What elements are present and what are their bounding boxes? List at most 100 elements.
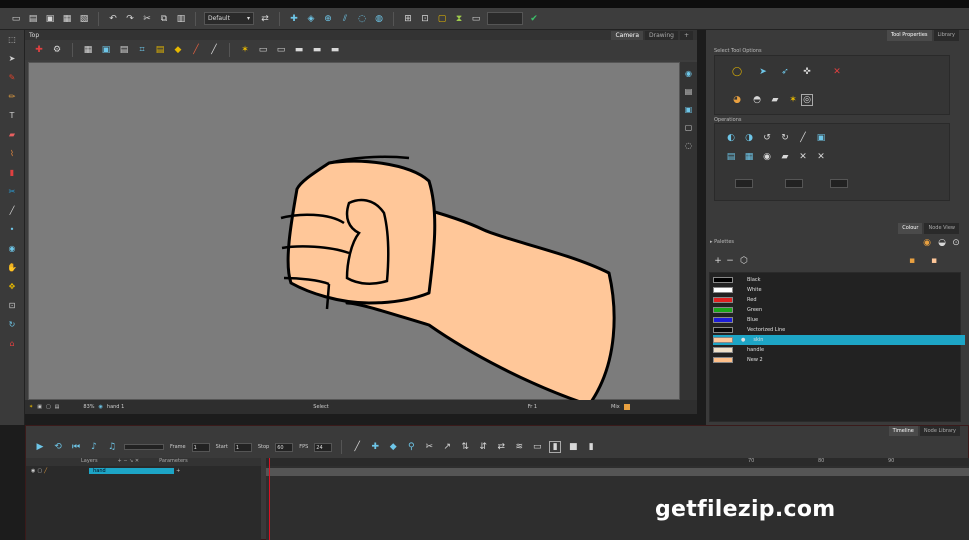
lock-icon[interactable]: ▮ — [585, 441, 597, 453]
add-group-icon[interactable]: ⊕ — [322, 13, 334, 25]
reset-view-icon[interactable]: ◉ — [682, 68, 696, 78]
fit-view-icon[interactable]: ▤ — [682, 86, 696, 96]
playback-speed-slider[interactable] — [124, 444, 164, 450]
save-icon[interactable]: ▣ — [44, 13, 56, 25]
grid-icon[interactable]: ⊞ — [402, 13, 414, 25]
dropper-tool-icon[interactable]: ╱ — [5, 205, 19, 215]
tab-drawing[interactable]: Drawing — [645, 30, 678, 40]
camera-view-icon[interactable]: ▣ — [682, 104, 696, 114]
tab-node-library[interactable]: Node Library — [919, 426, 960, 436]
motion-icon[interactable]: ≋ — [513, 441, 525, 453]
top-view-icon[interactable]: ▢ — [682, 122, 696, 132]
shape-e-icon[interactable]: ▬ — [329, 44, 341, 56]
lasso-icon[interactable]: ◯ — [731, 66, 743, 78]
paint-tool-icon[interactable]: ▮ — [5, 167, 19, 177]
add-layer-icon[interactable]: ✚ — [369, 441, 381, 453]
new-file-icon[interactable]: ▭ — [10, 13, 22, 25]
light-icon[interactable]: ✶ — [29, 404, 33, 410]
palette-settings-icon[interactable]: ◒ — [936, 237, 948, 249]
layer-expand-icon[interactable]: + — [176, 468, 180, 474]
shape-b-icon[interactable]: ▭ — [275, 44, 287, 56]
workspace-save-icon[interactable]: ⇄ — [259, 13, 271, 25]
snap-icon[interactable]: ➶ — [779, 66, 791, 78]
safe-area-icon[interactable]: ⊡ — [419, 13, 431, 25]
layer-draw-icon[interactable]: ╱ — [44, 468, 47, 474]
trash-icon[interactable]: ▮ — [549, 441, 562, 453]
tab-node-view[interactable]: Node View — [924, 223, 959, 234]
settings-gear-icon[interactable]: ⚙ — [51, 44, 63, 56]
smooth-tool-icon[interactable]: • — [5, 224, 19, 234]
drawing-canvas[interactable] — [28, 62, 680, 407]
cutter-tool-icon[interactable]: ✂ — [5, 186, 19, 196]
sound-scrub-icon[interactable]: ♫ — [106, 441, 118, 453]
transform-tool-icon[interactable]: ✥ — [5, 281, 19, 291]
layer-add-icon[interactable]: + − ↘ ✕ — [118, 458, 140, 466]
colour-row[interactable]: Black — [713, 275, 965, 285]
tab-library[interactable]: Library — [933, 30, 959, 41]
line-icon[interactable]: ╱ — [208, 44, 220, 56]
remove-colour-icon[interactable]: − — [724, 255, 736, 267]
stroke-select-icon[interactable]: ◕ — [731, 94, 743, 106]
palette-lock-icon[interactable]: ◉ — [921, 237, 933, 249]
brush-tool-icon[interactable]: ✎ — [5, 72, 19, 82]
tab-timeline[interactable]: Timeline — [888, 426, 918, 436]
select-tool-icon[interactable]: ⬚ — [5, 34, 19, 44]
calendar-icon[interactable]: ▦ — [743, 151, 755, 163]
light-select-icon[interactable]: ✶ — [787, 94, 799, 106]
frames-area[interactable]: 70 80 90 — [266, 458, 969, 540]
quality-select[interactable] — [487, 12, 523, 25]
cut-icon[interactable]: ✂ — [141, 13, 153, 25]
animate-mode-icon[interactable]: ✚ — [33, 44, 45, 56]
tab-colour[interactable]: Colour — [898, 223, 923, 234]
shape-c-icon[interactable]: ▬ — [293, 44, 305, 56]
camera-mask-icon[interactable]: ▣ — [100, 44, 112, 56]
light-table-icon[interactable]: ◍ — [373, 13, 385, 25]
frame-field[interactable]: 1 — [191, 442, 210, 452]
edit-colour-icon[interactable]: ⬡ — [738, 255, 750, 267]
extend-icon[interactable]: ⇄ — [495, 441, 507, 453]
pencil-op-icon[interactable]: ▰ — [779, 151, 791, 163]
eraser-tool-icon[interactable]: ▰ — [5, 129, 19, 139]
pencil-tool-icon[interactable]: ✏ — [5, 91, 19, 101]
onion-icon[interactable]: ◆ — [172, 44, 184, 56]
play-icon[interactable]: ▶ — [34, 441, 46, 453]
insert-icon[interactable]: ⇅ — [459, 441, 471, 453]
loop-icon[interactable]: ⟲ — [52, 441, 64, 453]
create-colour-icon[interactable]: ▤ — [725, 151, 737, 163]
workspace-select[interactable]: Default ▾ — [204, 12, 254, 25]
start-field[interactable]: 1 — [233, 442, 252, 452]
layer-name[interactable]: hand — [89, 468, 175, 474]
colour-row[interactable]: Vectorized Line — [713, 325, 965, 335]
import-icon[interactable]: ▧ — [78, 13, 90, 25]
add-drawing-layer-icon[interactable]: ✚ — [288, 13, 300, 25]
shape-d-icon[interactable]: ▬ — [311, 44, 323, 56]
tab-tool-properties[interactable]: Tool Properties — [886, 30, 932, 41]
brush-op-icon[interactable]: ◉ — [761, 151, 773, 163]
add-keyframe-icon[interactable]: ◆ — [387, 441, 399, 453]
pencil-select-icon[interactable]: ▰ — [769, 94, 781, 106]
smooth-icon[interactable]: ╱ — [797, 132, 809, 144]
preview-icon[interactable]: ▭ — [470, 13, 482, 25]
shape-a-icon[interactable]: ▭ — [257, 44, 269, 56]
zoom-level[interactable]: 83% — [83, 404, 94, 410]
grid-toggle-icon[interactable]: ▦ — [82, 44, 94, 56]
tab-camera[interactable]: Camera — [611, 30, 644, 40]
copy-icon[interactable]: ⧉ — [158, 13, 170, 25]
bucket-icon[interactable]: ⌂ — [5, 338, 19, 348]
undo-icon[interactable]: ↶ — [107, 13, 119, 25]
colour-row[interactable]: White — [713, 285, 965, 295]
first-frame-icon[interactable]: ⏮ — [70, 441, 82, 453]
stop-field[interactable]: 60 — [275, 442, 294, 452]
perspective-icon[interactable]: ⌗ — [136, 44, 148, 56]
width-field[interactable] — [735, 179, 753, 188]
frame-icon[interactable]: ▣ — [37, 404, 42, 410]
colour-row[interactable]: Blue — [713, 315, 965, 325]
light-icon[interactable]: ✶ — [239, 44, 251, 56]
stroke-tool-icon[interactable]: ⌇ — [5, 148, 19, 158]
text-tool-icon[interactable]: T — [5, 110, 19, 120]
colour-row-selected[interactable]: ● skin — [713, 335, 965, 345]
no-snap-icon[interactable]: ✕ — [831, 66, 843, 78]
render-icon[interactable]: ⧗ — [453, 13, 465, 25]
flip-h-icon[interactable]: ◐ — [725, 132, 737, 144]
current-colour-swatch-icon[interactable]: ▪ — [928, 255, 940, 267]
